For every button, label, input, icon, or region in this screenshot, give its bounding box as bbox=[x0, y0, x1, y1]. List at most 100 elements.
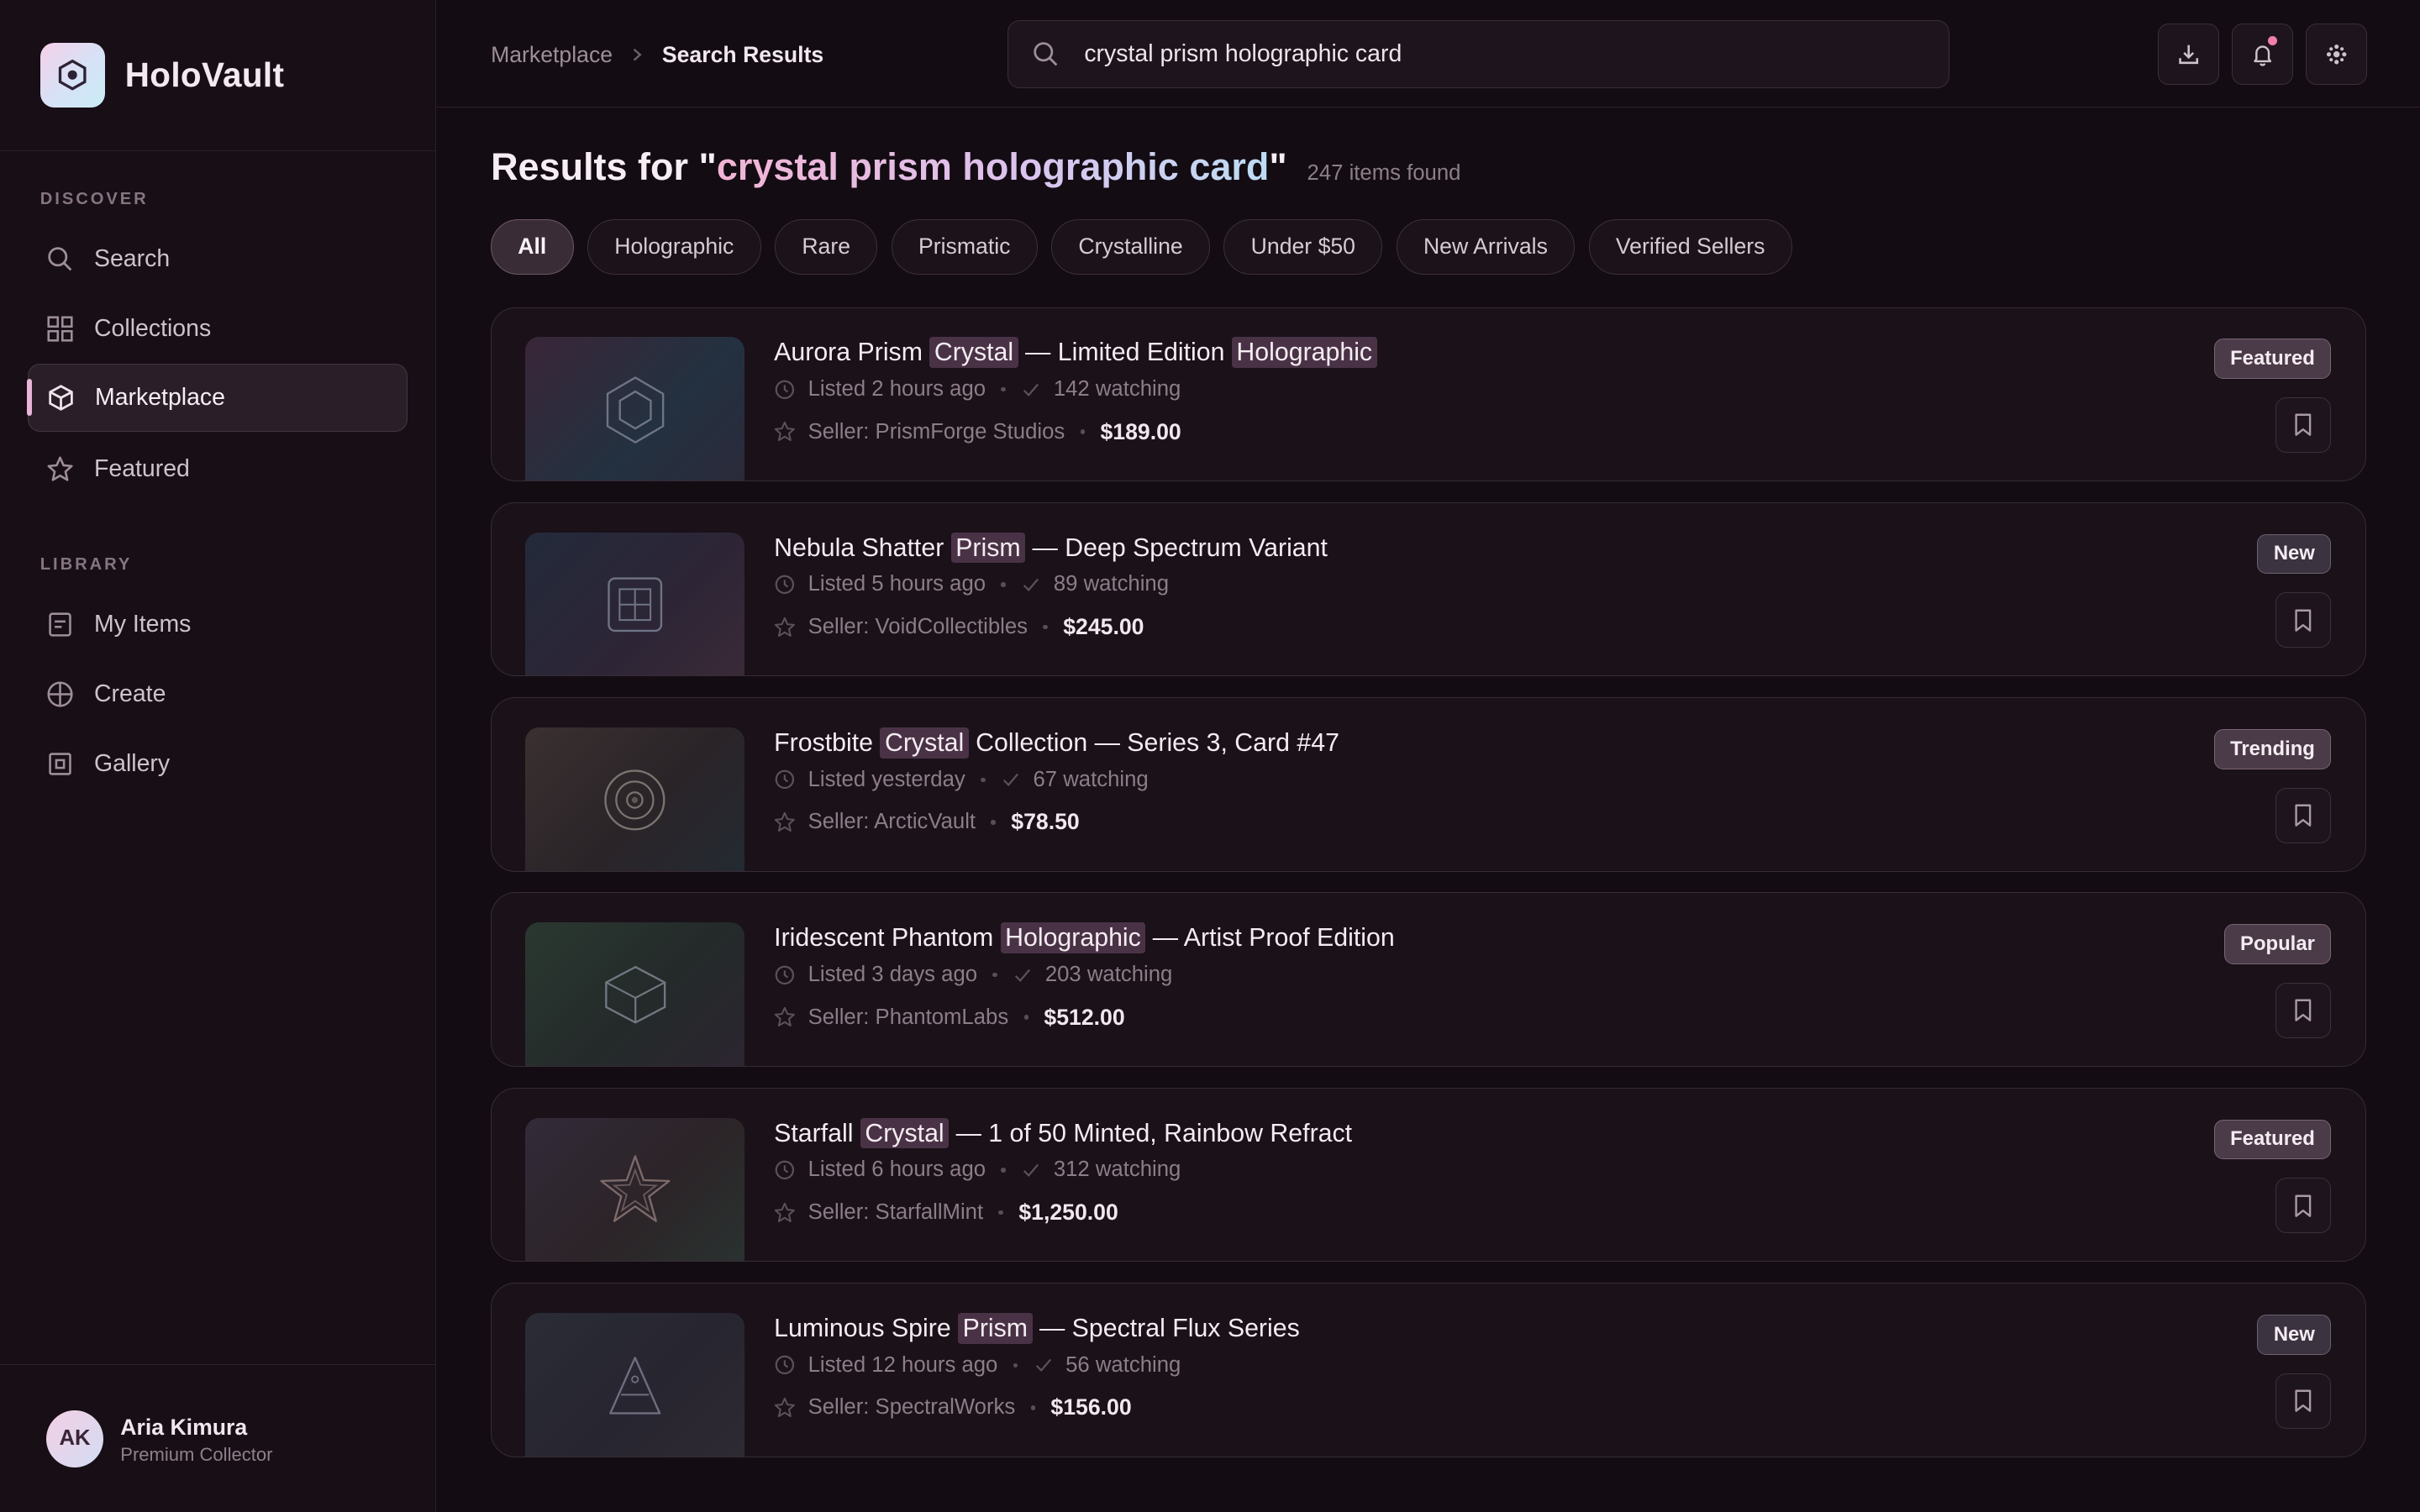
watching-count: 203 watching bbox=[1044, 963, 1173, 987]
seller-name[interactable]: Seller: VoidCollectibles bbox=[808, 615, 1028, 639]
clock-icon bbox=[775, 575, 795, 595]
title-highlight: Prism bbox=[958, 1313, 1033, 1344]
sidebar-item-search[interactable]: Search bbox=[28, 225, 408, 293]
title-prefix: Results for " bbox=[491, 144, 717, 188]
bell-icon bbox=[2254, 45, 2271, 66]
discover-section-label: DISCOVER bbox=[39, 189, 149, 208]
filter-chip-prismatic[interactable]: Prismatic bbox=[891, 218, 1038, 275]
seller-name[interactable]: Seller: StarfallMint bbox=[808, 1200, 984, 1225]
card-seller-row: Seller: PhantomLabs $512.00 bbox=[774, 1005, 1125, 1031]
watching-count: 89 watching bbox=[1053, 572, 1170, 596]
seller-name[interactable]: Seller: PrismForge Studios bbox=[808, 420, 1065, 444]
filter-chip-rare[interactable]: Rare bbox=[775, 218, 878, 275]
apps-button[interactable] bbox=[2306, 23, 2368, 85]
star-icon bbox=[47, 456, 73, 481]
card-meta: Listed 6 hours ago 312 watching bbox=[774, 1158, 1181, 1182]
filter-chip-all[interactable]: All bbox=[491, 218, 574, 275]
sidebar-item-label: Collections bbox=[94, 314, 212, 342]
notifications-button[interactable] bbox=[2231, 23, 2294, 85]
filter-chip-crystalline[interactable]: Crystalline bbox=[1051, 218, 1210, 275]
bookmark-icon bbox=[2295, 1389, 2312, 1412]
search-bar[interactable] bbox=[1007, 19, 1949, 88]
sidebar-item-marketplace[interactable]: Marketplace bbox=[27, 364, 408, 433]
triangle-icon bbox=[609, 1357, 661, 1415]
card-seller-row: Seller: SpectralWorks $156.00 bbox=[774, 1394, 1132, 1420]
filter-chip-new-arrivals[interactable]: New Arrivals bbox=[1396, 218, 1576, 275]
filter-chips: All Holographic Rare Prismatic Crystalli… bbox=[491, 218, 1806, 275]
bookmark-button[interactable] bbox=[2275, 787, 2332, 843]
bookmark-button[interactable] bbox=[2275, 1373, 2332, 1429]
plus-circle-icon bbox=[47, 681, 73, 707]
bookmark-icon bbox=[2295, 804, 2312, 827]
breadcrumb-marketplace-link[interactable]: Marketplace bbox=[491, 42, 613, 68]
user-profile[interactable]: AK Aria Kimura Premium Collector bbox=[0, 1364, 435, 1511]
brand[interactable]: HoloVault bbox=[0, 0, 435, 151]
card-seller-row: Seller: VoidCollectibles $245.00 bbox=[774, 614, 1144, 640]
user-role: Premium Collector bbox=[120, 1444, 273, 1466]
sidebar-item-my-items[interactable]: My Items bbox=[28, 591, 408, 659]
price: $189.00 bbox=[1100, 418, 1181, 444]
download-button[interactable] bbox=[2157, 23, 2220, 85]
square-grid-icon bbox=[608, 577, 663, 633]
breadcrumb-current: Search Results bbox=[661, 41, 824, 67]
seller-name[interactable]: Seller: SpectralWorks bbox=[808, 1395, 1016, 1420]
status-badge: Popular bbox=[2223, 924, 2332, 964]
document-icon bbox=[49, 612, 71, 637]
image-icon bbox=[49, 752, 71, 775]
card-title[interactable]: Iridescent Phantom Holographic — Artist … bbox=[774, 922, 1395, 954]
title-highlight: Holographic bbox=[1231, 337, 1377, 369]
seller-name[interactable]: Seller: PhantomLabs bbox=[808, 1005, 1009, 1030]
sidebar-item-label: Featured bbox=[94, 454, 190, 482]
sidebar-item-gallery[interactable]: Gallery bbox=[28, 730, 408, 798]
star-outline-icon bbox=[600, 1155, 671, 1222]
sidebar-item-create[interactable]: Create bbox=[28, 660, 408, 728]
check-icon bbox=[1015, 969, 1031, 982]
price: $78.50 bbox=[1011, 809, 1080, 835]
bookmark-icon bbox=[2295, 609, 2312, 632]
sidebar-item-label: Create bbox=[94, 680, 166, 707]
separator-dot bbox=[981, 777, 986, 783]
result-card[interactable]: Nebula Shatter Prism — Deep Spectrum Var… bbox=[491, 501, 2366, 677]
card-title[interactable]: Luminous Spire Prism — Spectral Flux Ser… bbox=[774, 1313, 1300, 1344]
sidebar-item-label: Search bbox=[94, 245, 171, 273]
seller-name[interactable]: Seller: ArcticVault bbox=[808, 810, 976, 834]
search-icon bbox=[1034, 42, 1058, 66]
bookmark-button[interactable] bbox=[2275, 592, 2332, 648]
filter-chip-under-50[interactable]: Under $50 bbox=[1223, 218, 1383, 275]
search-input[interactable] bbox=[1081, 38, 1891, 70]
grid-icon bbox=[47, 316, 73, 342]
bookmark-icon bbox=[2295, 413, 2312, 437]
card-meta: Listed 12 hours ago 56 watching bbox=[774, 1353, 1181, 1378]
result-card[interactable]: Luminous Spire Prism — Spectral Flux Ser… bbox=[491, 1283, 2366, 1457]
star-icon bbox=[774, 1397, 796, 1417]
sidebar-item-collections[interactable]: Collections bbox=[28, 295, 408, 363]
result-card[interactable]: Frostbite Crystal Collection — Series 3,… bbox=[491, 697, 2366, 872]
results-list: Aurora Prism Crystal — Limited Edition H… bbox=[491, 307, 2366, 1478]
result-card[interactable]: Aurora Prism Crystal — Limited Edition H… bbox=[491, 307, 2366, 482]
star-icon bbox=[774, 422, 796, 442]
card-title[interactable]: Nebula Shatter Prism — Deep Spectrum Var… bbox=[774, 532, 1328, 564]
results-heading: Results for "crystal prism holographic c… bbox=[491, 145, 1460, 189]
separator-dot bbox=[1030, 1405, 1036, 1410]
filter-chip-holographic[interactable]: Holographic bbox=[587, 218, 761, 275]
bookmark-button[interactable] bbox=[2275, 397, 2332, 454]
status-badge: Trending bbox=[2213, 728, 2332, 769]
card-title[interactable]: Frostbite Crystal Collection — Series 3,… bbox=[774, 727, 1339, 759]
result-card[interactable]: Iridescent Phantom Holographic — Artist … bbox=[491, 892, 2366, 1068]
download-icon bbox=[2179, 45, 2198, 64]
hexagon-icon bbox=[606, 375, 665, 444]
sidebar-item-featured[interactable]: Featured bbox=[28, 435, 408, 503]
chevron-right-icon bbox=[629, 47, 644, 62]
title-highlight: Prism bbox=[950, 532, 1026, 564]
bookmark-button[interactable] bbox=[2275, 1178, 2332, 1234]
bookmark-button[interactable] bbox=[2275, 983, 2332, 1039]
filter-chip-verified-sellers[interactable]: Verified Sellers bbox=[1588, 218, 1792, 275]
result-card[interactable]: Starfall Crystal — 1 of 50 Minted, Rainb… bbox=[491, 1087, 2366, 1263]
separator-dot bbox=[991, 820, 996, 825]
listed-time: Listed 3 days ago bbox=[808, 963, 978, 987]
card-title[interactable]: Starfall Crystal — 1 of 50 Minted, Rainb… bbox=[774, 1117, 1352, 1149]
check-icon bbox=[1023, 578, 1039, 592]
card-title[interactable]: Aurora Prism Crystal — Limited Edition H… bbox=[774, 337, 1377, 369]
check-icon bbox=[1002, 774, 1018, 787]
separator-dot bbox=[1080, 429, 1086, 434]
